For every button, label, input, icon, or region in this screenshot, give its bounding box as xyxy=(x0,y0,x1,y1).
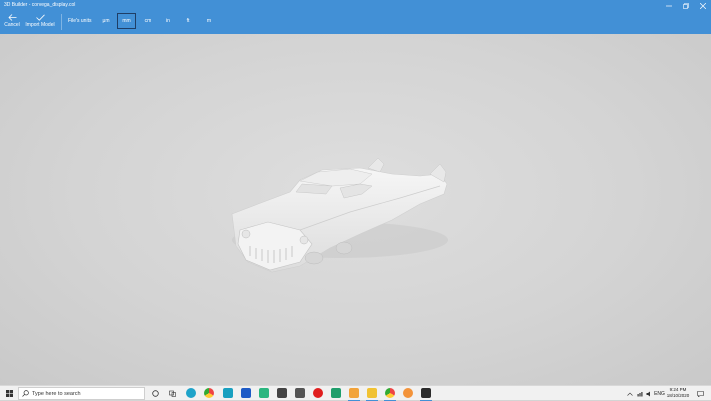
search-placeholder: Type here to search xyxy=(32,390,81,397)
minimize-button[interactable] xyxy=(660,0,677,11)
checkmark-icon xyxy=(35,14,45,21)
unit-m[interactable]: m xyxy=(203,13,215,29)
network-button[interactable] xyxy=(636,386,644,401)
app-n-icon[interactable] xyxy=(348,388,360,401)
back-arrow-icon xyxy=(7,14,16,21)
car-3d-model[interactable] xyxy=(0,34,711,385)
unit-ft[interactable]: ft xyxy=(182,13,194,29)
volume-button[interactable] xyxy=(645,386,653,401)
cortana-circle-icon xyxy=(151,390,159,397)
clock-date: 18/10/2020 xyxy=(666,393,690,398)
windows-logo-icon xyxy=(6,390,13,397)
file-explorer-icon[interactable] xyxy=(366,388,378,401)
toolbar-divider xyxy=(61,14,62,30)
edge-icon[interactable] xyxy=(186,388,196,398)
3d-builder-taskbar-icon[interactable] xyxy=(420,388,432,401)
store-icon[interactable] xyxy=(223,388,233,398)
taskbar-search-box[interactable]: Type here to search xyxy=(18,387,145,400)
tray-chevron-button[interactable] xyxy=(626,386,634,401)
taskbar-clock[interactable]: 9:24 PM 18/10/2020 xyxy=(666,387,690,399)
speaker-icon xyxy=(646,391,650,396)
cortana-button[interactable] xyxy=(150,386,160,401)
chrome-icon[interactable] xyxy=(204,388,214,398)
close-button[interactable] xyxy=(694,0,711,11)
calculator-icon[interactable] xyxy=(277,388,287,398)
unit-in[interactable]: in xyxy=(162,13,174,29)
unit-um[interactable]: μm xyxy=(99,13,113,29)
language-indicator[interactable]: ENG xyxy=(654,386,665,401)
windows-taskbar: Type here to search ENG 9:24 PM 18/10/20… xyxy=(0,385,711,401)
recorder-icon[interactable] xyxy=(313,388,323,398)
task-view-button[interactable] xyxy=(167,386,177,401)
search-icon xyxy=(22,390,29,397)
3d-viewport[interactable] xyxy=(0,34,711,385)
task-view-icon xyxy=(168,390,176,397)
orange-app-icon[interactable] xyxy=(403,388,413,398)
cancel-label: Cancel xyxy=(4,22,20,28)
unit-cm[interactable]: cm xyxy=(141,13,155,29)
network-icon xyxy=(637,391,643,396)
chevron-up-icon xyxy=(627,392,633,396)
notifications-button[interactable] xyxy=(695,386,705,401)
import-model-label: Import Model xyxy=(25,22,55,28)
close-icon xyxy=(699,2,706,9)
import-model-button[interactable]: Import Model xyxy=(25,14,55,34)
file-units-label: File's units xyxy=(68,18,92,24)
notification-icon xyxy=(696,390,704,397)
chrome-window-icon[interactable] xyxy=(384,388,396,401)
app-a-icon[interactable] xyxy=(331,388,341,398)
paint-icon[interactable] xyxy=(295,388,305,398)
minimize-icon xyxy=(665,5,672,6)
restore-button[interactable] xyxy=(677,0,694,11)
maxthon-icon[interactable] xyxy=(241,388,251,398)
restore-icon xyxy=(682,2,689,9)
green-app-icon[interactable] xyxy=(259,388,269,398)
app-header: 3D Builder - corvega_display.col Cancel … xyxy=(0,0,711,34)
window-title: 3D Builder - corvega_display.col xyxy=(4,2,76,8)
unit-mm[interactable]: mm xyxy=(117,13,136,29)
start-button[interactable] xyxy=(4,386,15,401)
cancel-button[interactable]: Cancel xyxy=(4,14,20,34)
